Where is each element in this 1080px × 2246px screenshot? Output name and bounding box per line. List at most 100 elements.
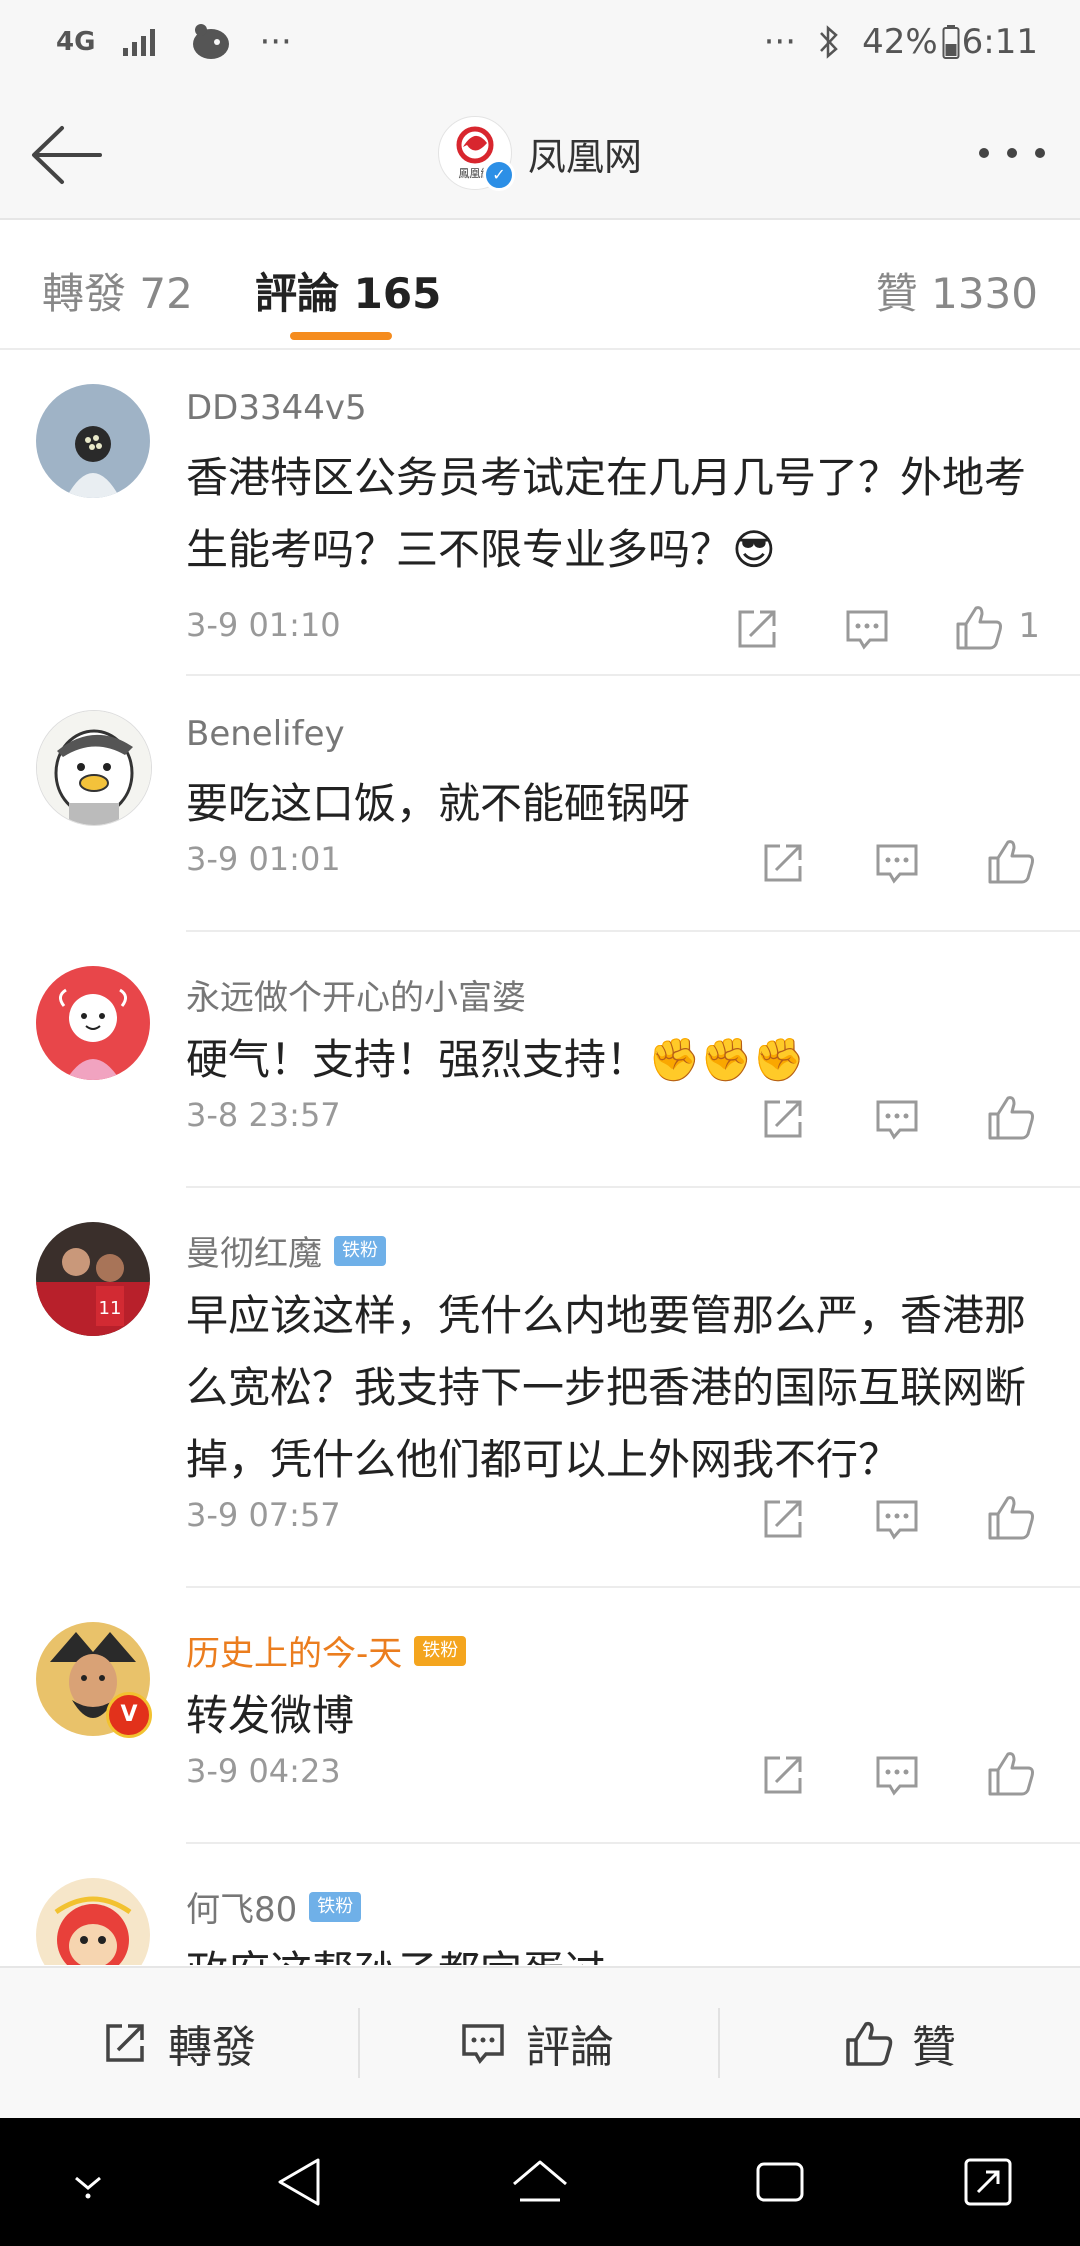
username-text[interactable]: 曼彻红魔 [186, 1226, 322, 1275]
svg-text:11: 11 [99, 1298, 122, 1319]
comment-item: Benelifey 要吃这口饭，就不能砸锅呀 3-9 01:01 [0, 676, 1080, 932]
comment-time: 3-9 01:01 [186, 840, 341, 878]
comment-item: 永远做个开心的小富婆 硬气！支持！强烈支持！✊✊✊ 3-8 23:57 [0, 932, 1080, 1188]
reply-comment-button[interactable] [870, 836, 924, 890]
repost-button[interactable]: 轉發 [98, 1968, 256, 2118]
share-icon [764, 1100, 802, 1138]
recents-icon [756, 2162, 804, 2202]
status-more-right: ··· [763, 22, 797, 62]
like-comment-button[interactable] [984, 1490, 1038, 1544]
nav-home-button[interactable] [508, 2150, 572, 2214]
more-options-button[interactable] [974, 138, 1050, 168]
comment-time: 3-9 04:23 [186, 1752, 341, 1790]
chevron-down-icon [75, 2176, 101, 2199]
fan-badge: 铁粉 [334, 1235, 386, 1266]
share-icon [764, 844, 802, 882]
comment-username[interactable]: 何飞80 铁粉 [186, 1882, 362, 1931]
like-comment-button[interactable] [984, 1746, 1038, 1800]
like-comment-button[interactable] [952, 600, 1006, 654]
status-more: ··· [259, 22, 292, 62]
share-icon [98, 2016, 152, 2070]
repost-comment-button[interactable] [730, 602, 784, 656]
avatar[interactable]: 11 [36, 1222, 150, 1336]
like-button[interactable]: 贊 [842, 1968, 956, 2118]
tab-comments[interactable]: 評論 165 [255, 260, 441, 321]
comment-text: 硬气！支持！强烈支持！✊✊✊ [186, 1035, 805, 1084]
tab-likes[interactable]: 贊 1330 [876, 260, 1038, 321]
fan-badge: 铁粉 [309, 1891, 362, 1922]
comment-item: 何飞80 铁粉 政府这帮孙子都完蛋过 [0, 1844, 1080, 1965]
comment-username[interactable]: 历史上的今-天 铁粉 [186, 1626, 467, 1675]
username-text[interactable]: 永远做个开心的小富婆 [186, 970, 526, 1019]
app-bar: 鳳凰網 ✓ 凤凰网 [0, 90, 1080, 220]
verified-badge-icon: ✓ [483, 159, 515, 191]
comment-item: DD3344v5 香港特区公务员考试定在几月几号了？外地考生能考吗？三不限专业多… [0, 350, 1080, 676]
app-notification-icon [187, 22, 233, 62]
comment-icon [876, 1500, 918, 1540]
hide-keyboard-button[interactable] [56, 2150, 120, 2214]
comment-icon [846, 610, 888, 650]
bluetooth-icon [816, 23, 842, 61]
comment-time: 3-8 23:57 [186, 1096, 341, 1134]
nav-back-button[interactable] [268, 2150, 332, 2214]
expand-icon [964, 2158, 1012, 2206]
comment-text: 香港特区公务员考试定在几月几号了？外地考生能考吗？三不限专业多吗？😎 [186, 453, 1027, 574]
divider [358, 2008, 360, 2078]
comment-button[interactable]: 評論 [456, 1968, 614, 2118]
share-icon [764, 1500, 802, 1538]
account-header[interactable]: 鳳凰網 ✓ 凤凰网 [438, 116, 643, 191]
username-text[interactable]: 历史上的今-天 [186, 1626, 402, 1675]
thumbs-up-icon [842, 2016, 896, 2070]
comment-username[interactable]: 永远做个开心的小富婆 [186, 970, 526, 1019]
like-label: 贊 [912, 2022, 956, 2073]
thumbs-up-icon [988, 1496, 1034, 1540]
arrow-left-icon [28, 120, 108, 190]
avatar[interactable] [36, 966, 150, 1080]
battery-level: 42% [862, 22, 938, 62]
comment-time: 3-9 07:57 [186, 1496, 341, 1534]
tab-reposts[interactable]: 轉發 72 [42, 260, 193, 321]
like-comment-button[interactable] [984, 834, 1038, 888]
comment-label: 評論 [526, 2022, 614, 2073]
account-name: 凤凰网 [528, 134, 643, 179]
repost-comment-button[interactable] [756, 1492, 810, 1546]
comment-time: 3-9 01:10 [186, 606, 341, 644]
account-logo: 鳳凰網 ✓ [438, 116, 515, 191]
triangle-back-icon [278, 2158, 320, 2206]
thumbs-up-icon [988, 840, 1034, 884]
repost-label: 轉發 [168, 2022, 256, 2073]
username-text[interactable]: DD3344v5 [186, 388, 367, 428]
repost-comment-button[interactable] [756, 836, 810, 890]
avatar[interactable] [36, 1878, 150, 1965]
comment-username[interactable]: Benelifey [186, 714, 345, 754]
bottom-action-bar: 轉發 評論 贊 [0, 1966, 1080, 2118]
repost-comment-button[interactable] [756, 1748, 810, 1802]
thumbs-up-icon [988, 1752, 1034, 1796]
reply-comment-button[interactable] [870, 1748, 924, 1802]
like-comment-button[interactable] [984, 1090, 1038, 1144]
username-text[interactable]: Benelifey [186, 714, 345, 754]
comment-icon [876, 1100, 918, 1140]
reply-comment-button[interactable] [870, 1092, 924, 1146]
repost-comment-button[interactable] [756, 1092, 810, 1146]
nav-recents-button[interactable] [748, 2150, 812, 2214]
status-bar: 4G ··· ··· 42% 6:11 [0, 0, 1080, 90]
vip-verified-icon: V [106, 1692, 152, 1738]
reply-comment-button[interactable] [870, 1492, 924, 1546]
comment-text: 早应该这样，凭什么内地要管那么严，香港那么宽松？我支持下一步把香港的国际互联网断… [186, 1291, 1027, 1484]
reply-comment-button[interactable] [840, 602, 894, 656]
thumbs-up-icon [956, 606, 1002, 650]
comment-username[interactable]: DD3344v5 [186, 388, 367, 428]
comment-text: 转发微博 [186, 1691, 355, 1740]
avatar[interactable]: V [36, 1622, 152, 1738]
comment-username[interactable]: 曼彻红魔 铁粉 [186, 1226, 386, 1275]
thumbs-up-icon [988, 1096, 1034, 1140]
nav-expand-button[interactable] [956, 2150, 1020, 2214]
like-count: 1 [1018, 606, 1040, 646]
username-text[interactable]: 何飞80 [186, 1882, 297, 1931]
fan-badge: 铁粉 [414, 1635, 467, 1666]
avatar[interactable] [36, 384, 150, 498]
comment-icon [876, 844, 918, 884]
back-button[interactable] [28, 120, 108, 190]
avatar[interactable] [36, 710, 152, 826]
